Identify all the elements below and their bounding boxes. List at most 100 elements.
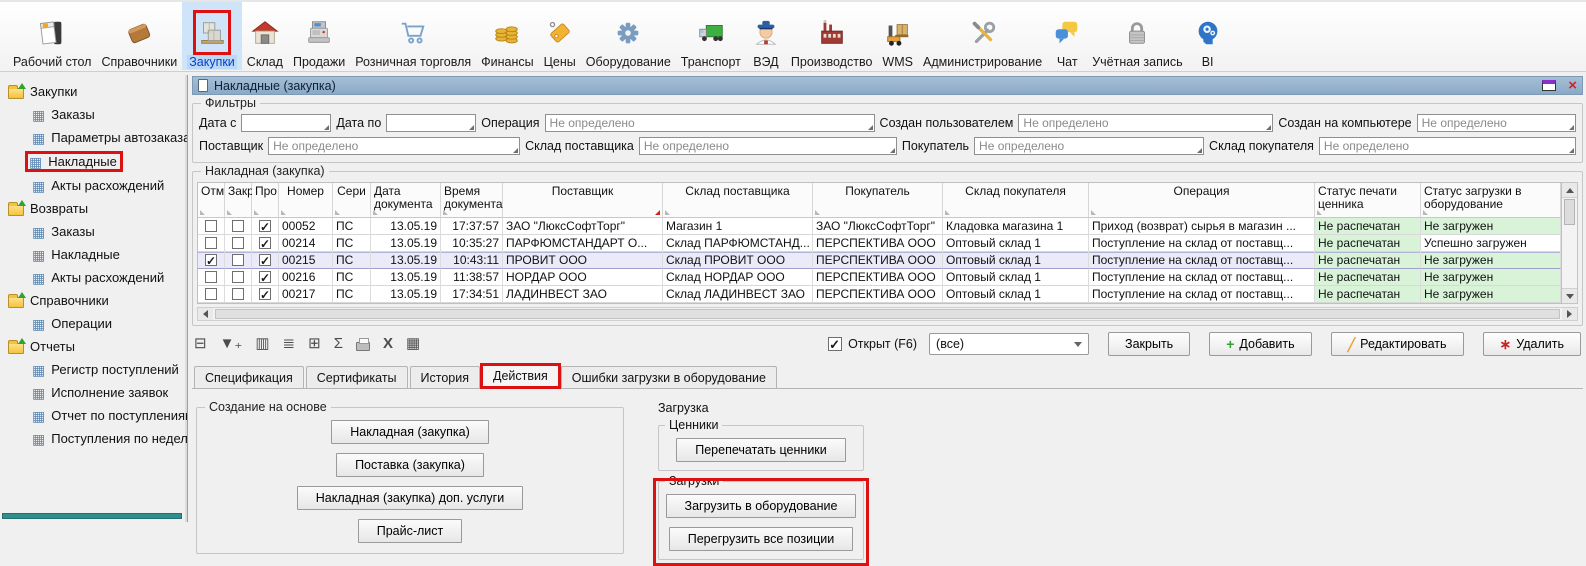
scroll-down-icon[interactable] [1562,288,1577,303]
row-numbering-icon[interactable]: ≣ [283,336,296,352]
sidebar-item-request-fulfilment[interactable]: ▦ Исполнение заявок [0,381,187,404]
close-icon[interactable]: × [1568,80,1577,91]
sidebar-item-receipts-report[interactable]: ▦ Отчет по поступлениям [0,404,187,427]
scroll-up-icon[interactable] [1562,183,1577,198]
column-header[interactable]: Склад поставщика [663,183,813,218]
posted-checkbox-cell[interactable] [252,218,279,235]
toolbar-item-production[interactable]: Производство [786,2,878,70]
closed-checkbox[interactable] [232,288,244,300]
reprint-price-tags-button[interactable]: Перепечатать ценники [676,438,846,462]
column-header[interactable]: Статус печати ценника [1315,183,1421,218]
created-by-input[interactable]: Не определено [1018,114,1273,132]
table-row[interactable]: 00217 ПС 13.05.19 17:34:51 ЛАДИНВЕСТ ЗАО… [198,286,1561,303]
sidebar-item-return-orders[interactable]: ▦ Заказы [0,220,187,243]
sidebar-item-return-invoices[interactable]: ▦ Накладные [0,243,187,266]
tab-actions[interactable]: Действия [482,364,559,388]
create-invoice-button[interactable]: Накладная (закупка) [331,420,489,444]
sidebar-item-receipts-by-week[interactable]: ▦ Поступления по неделям [0,427,187,450]
add-button[interactable]: +Добавить [1209,332,1311,356]
sidebar-item-invoices[interactable]: ▦ Накладные [0,149,187,174]
tab-load-errors[interactable]: Ошибки загрузки в оборудование [561,366,777,388]
table-row[interactable]: 00215 ПС 13.05.19 10:43:11 ПРОВИТ ООО Ск… [198,252,1561,269]
print-icon[interactable] [356,342,370,351]
column-header[interactable]: Закр [225,183,252,218]
toolbar-item-purchases[interactable]: Закупки [182,2,242,70]
marked-checkbox-cell[interactable] [198,286,225,303]
closed-checkbox-cell[interactable] [225,218,252,235]
posted-checkbox-cell[interactable] [252,235,279,252]
marked-checkbox[interactable] [205,237,217,249]
sidebar-item-discrepancy-acts[interactable]: ▦ Акты расхождений [0,174,187,197]
filter-plus-icon[interactable]: ▼₊ [220,336,243,352]
scroll-right-icon[interactable] [1562,308,1577,320]
toolbar-item-wms[interactable]: WMS [877,2,918,70]
toolbar-item-bi[interactable]: BI [1188,2,1228,70]
toolbar-item-transport[interactable]: Транспорт [676,2,746,70]
date-to-input[interactable] [386,114,476,132]
table-row[interactable]: 00214 ПС 13.05.19 10:35:27 ПАРФЮМСТАНДАР… [198,235,1561,252]
horizontal-scrollbar[interactable] [197,307,1578,321]
toolbar-item-references[interactable]: Справочники [96,2,182,70]
closed-checkbox[interactable] [232,220,244,232]
sidebar-group-references[interactable]: Справочники [0,289,187,312]
sidebar-scrollbar[interactable] [2,513,182,519]
closed-checkbox-cell[interactable] [225,286,252,303]
sidebar-group-reports[interactable]: Отчеты [0,335,187,358]
sidebar-item-autoorder-params[interactable]: ▦ Параметры автозаказа [0,126,187,149]
vertical-scrollbar[interactable] [1562,182,1578,304]
toolbar-item-retail[interactable]: Розничная торговля [350,2,476,70]
posted-checkbox[interactable] [259,237,271,249]
closed-checkbox[interactable] [232,254,244,266]
toolbar-item-warehouse[interactable]: Склад [242,2,288,70]
toolbar-item-finance[interactable]: Финансы [476,2,538,70]
supplier-wh-input[interactable]: Не определено [639,137,897,155]
tab-history[interactable]: История [410,366,480,388]
table-row[interactable]: 00216 ПС 13.05.19 11:38:57 НОРДАР ООО Ск… [198,269,1561,286]
closed-checkbox-cell[interactable] [225,269,252,286]
create-invoice-services-button[interactable]: Накладная (закупка) доп. услуги [297,486,523,510]
sidebar-item-orders[interactable]: ▦ Заказы [0,103,187,126]
column-header[interactable]: Дата документа [371,183,441,218]
sidebar-item-return-acts[interactable]: ▦ Акты расхождений [0,266,187,289]
toolbar-item-prices[interactable]: Цены [539,2,581,70]
create-pricelist-button[interactable]: Прайс-лист [358,519,463,543]
posted-checkbox-cell[interactable] [252,269,279,286]
marked-checkbox-cell[interactable] [198,218,225,235]
maximize-icon[interactable] [1542,80,1556,91]
column-header[interactable]: Время документа [441,183,503,218]
marked-checkbox-cell[interactable] [198,252,225,269]
toolbar-item-chat[interactable]: Чат [1047,2,1087,70]
horizontal-scroll-thumb[interactable] [215,309,1560,319]
marked-checkbox[interactable] [205,271,217,283]
tab-specification[interactable]: Спецификация [194,366,304,388]
edit-button[interactable]: ╱Редактировать [1331,332,1464,356]
created-on-input[interactable]: Не определено [1417,114,1576,132]
operation-input[interactable]: Не определено [545,114,875,132]
posted-checkbox[interactable] [259,220,271,232]
supplier-input[interactable]: Не определено [268,137,520,155]
column-header[interactable]: Склад покупателя [943,183,1089,218]
toolbar-item-sales[interactable]: Продажи [288,2,350,70]
column-header[interactable]: Статус загрузки в оборудование [1421,183,1561,218]
toolbar-item-customs[interactable]: ВЭД [746,2,786,70]
sidebar-item-operations[interactable]: ▦ Операции [0,312,187,335]
marked-checkbox-cell[interactable] [198,235,225,252]
posted-checkbox-cell[interactable] [252,286,279,303]
column-header[interactable]: Покупатель [813,183,943,218]
column-header[interactable]: Отм [198,183,225,218]
totals-icon[interactable]: Σ [334,336,343,352]
column-header[interactable]: Про [252,183,279,218]
column-header[interactable]: Поставщик [503,183,663,218]
excel-export-icon[interactable]: X [383,336,393,352]
toolbar-item-account[interactable]: Учётная запись [1087,2,1187,70]
column-header[interactable]: Сери [333,183,371,218]
delete-button[interactable]: ∗Удалить [1483,332,1581,356]
sidebar-group-purchases[interactable]: Закупки [0,80,187,103]
table-row[interactable]: 00052 ПС 13.05.19 17:37:57 ЗАО "ЛюксСофт… [198,218,1561,235]
vertical-scroll-thumb[interactable] [1564,199,1575,225]
marked-checkbox[interactable] [205,254,217,266]
open-checkbox[interactable] [828,337,842,351]
sidebar-item-receipts-register[interactable]: ▦ Регистр поступлений [0,358,187,381]
sidebar-group-returns[interactable]: Возвраты [0,197,187,220]
toolbar-item-desktop[interactable]: Рабочий стол [8,2,96,70]
